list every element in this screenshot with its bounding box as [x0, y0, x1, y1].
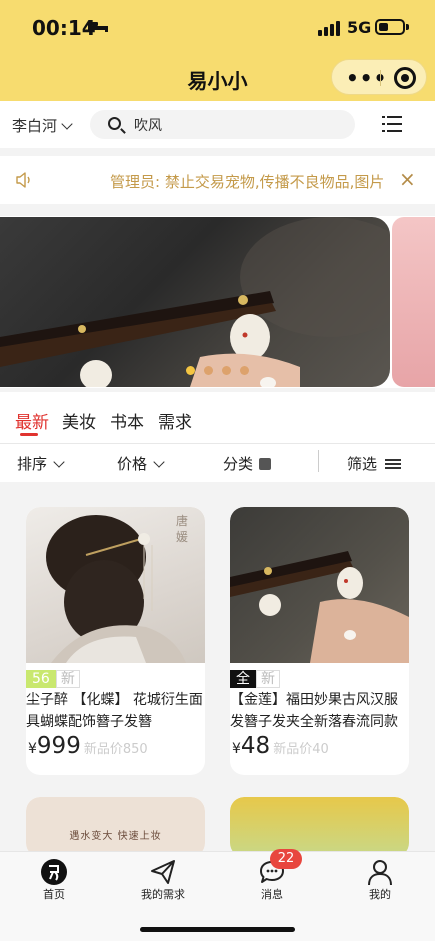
sort-label: 排序: [17, 455, 48, 473]
search-box[interactable]: [90, 110, 355, 139]
tab-requests[interactable]: 需求: [158, 408, 192, 433]
badge-tag: 新: [256, 670, 280, 688]
filter-label: 筛选: [347, 455, 378, 473]
filter-divider: [318, 450, 319, 472]
product-card[interactable]: [230, 797, 409, 857]
condition-badge: 全 新: [230, 670, 280, 688]
filter-bar: 排序 价格 分类 筛选: [0, 444, 435, 482]
product-card[interactable]: 全 新 【金莲】福田妙果古风汉服发簪子发夹全新落春流同款 ¥48 新品价40: [230, 507, 409, 775]
status-time: 00:14: [32, 16, 96, 40]
next-banner-slide[interactable]: [392, 217, 435, 387]
status-bar: 00:14 5G: [0, 0, 435, 56]
price-value: 999: [36, 733, 81, 759]
tabbar-label: 首页: [43, 888, 65, 901]
tab-latest[interactable]: 最新: [15, 408, 49, 433]
product-price: ¥999 新品价850: [28, 733, 148, 759]
tabbar-item-profile[interactable]: 我的: [340, 858, 420, 901]
active-tab-indicator: [20, 433, 38, 436]
home-logo-icon: [41, 859, 67, 885]
original-price: 新品价40: [273, 742, 329, 757]
badge-tag: 新: [55, 670, 80, 688]
product-price: ¥48 新品价40: [232, 733, 329, 759]
close-program-button[interactable]: [394, 67, 416, 89]
sort-filter[interactable]: 排序: [17, 453, 65, 474]
badge-value: 56: [26, 670, 56, 688]
hairpin-photo: [0, 217, 390, 387]
advanced-filter[interactable]: 筛选: [347, 453, 402, 474]
category-label: 分类: [223, 455, 254, 473]
badge-value: 全: [230, 670, 256, 688]
city-selector[interactable]: 李白河: [12, 115, 73, 136]
chevron-down-icon: [53, 456, 65, 468]
price-value: 48: [240, 733, 271, 759]
search-bar: 李白河: [0, 101, 435, 148]
sliders-icon: [385, 458, 402, 470]
tabbar-label: 我的需求: [141, 888, 185, 901]
tabbar-item-my-requests[interactable]: 我的需求: [123, 858, 203, 901]
notice-bar: 管理员: 禁止交易宠物,传播不良物品,图片 ×: [0, 156, 435, 204]
person-icon: [368, 860, 392, 886]
carousel-dot[interactable]: [222, 366, 231, 375]
svg-text:媛: 媛: [176, 530, 188, 544]
tab-books[interactable]: 书本: [110, 408, 144, 433]
close-icon[interactable]: ×: [399, 167, 416, 191]
banner-slide[interactable]: [0, 217, 390, 387]
category-tabs: 最新 美妆 书本 需求: [0, 392, 435, 444]
category-list-icon[interactable]: [382, 116, 402, 132]
product-image: [230, 507, 409, 663]
product-title: 尘子醉 【化蝶】 花城衍生面具蝴蝶配饰簪子发簪: [26, 692, 203, 730]
home-indicator: [140, 927, 295, 932]
banner-carousel[interactable]: [0, 216, 435, 388]
tabbar-label: 我的: [369, 888, 391, 901]
product-image-caption: 遇水变大 快速上妆: [69, 831, 162, 842]
product-image: 遇水变大 快速上妆: [26, 797, 205, 857]
price-filter[interactable]: 价格: [117, 453, 165, 474]
condition-badge: 56 新: [26, 670, 80, 688]
product-title: 【金莲】福田妙果古风汉服发簪子发夹全新落春流同款: [230, 692, 398, 730]
product-image: 唐 媛: [26, 507, 205, 663]
price-label: 价格: [117, 455, 148, 473]
carousel-indicator: [186, 366, 249, 375]
chevron-down-icon: [153, 456, 165, 468]
search-icon: [108, 117, 121, 130]
tabbar-item-home[interactable]: 首页: [14, 858, 94, 901]
speaker-icon: [16, 172, 30, 188]
search-input[interactable]: [134, 114, 334, 135]
tabbar-label: 消息: [261, 888, 283, 901]
carousel-dot[interactable]: [204, 366, 213, 375]
more-options-button[interactable]: •••: [346, 66, 387, 90]
svg-text:唐: 唐: [176, 513, 188, 528]
notice-text: 管理员: 禁止交易宠物,传播不良物品,图片: [110, 173, 385, 191]
top-bar: 00:14 5G 易小小 •••: [0, 0, 435, 101]
tab-beauty[interactable]: 美妆: [62, 408, 96, 433]
category-icon: [259, 458, 272, 470]
product-card[interactable]: 遇水变大 快速上妆: [26, 797, 205, 857]
cellular-signal-icon: [318, 20, 340, 36]
mini-program-capsule: •••: [331, 59, 427, 95]
message-count-badge: 22: [270, 849, 302, 869]
category-filter[interactable]: 分类: [223, 453, 272, 474]
original-price: 新品价850: [83, 742, 148, 757]
network-type: 5G: [347, 18, 372, 37]
chevron-down-icon: [61, 118, 73, 130]
sleep-mode-icon: [88, 22, 108, 32]
battery-icon: [375, 19, 409, 35]
carousel-dot[interactable]: [240, 366, 249, 375]
carousel-dot[interactable]: [186, 366, 195, 375]
product-image: [230, 797, 409, 857]
paper-plane-icon: [151, 860, 175, 884]
city-label: 李白河: [12, 117, 58, 135]
product-card[interactable]: 唐 媛 56 新 尘子醉 【化蝶】 花城衍生面具蝴蝶配饰簪子发簪 ¥999 新品价…: [26, 507, 205, 775]
capsule-divider: [380, 70, 381, 86]
